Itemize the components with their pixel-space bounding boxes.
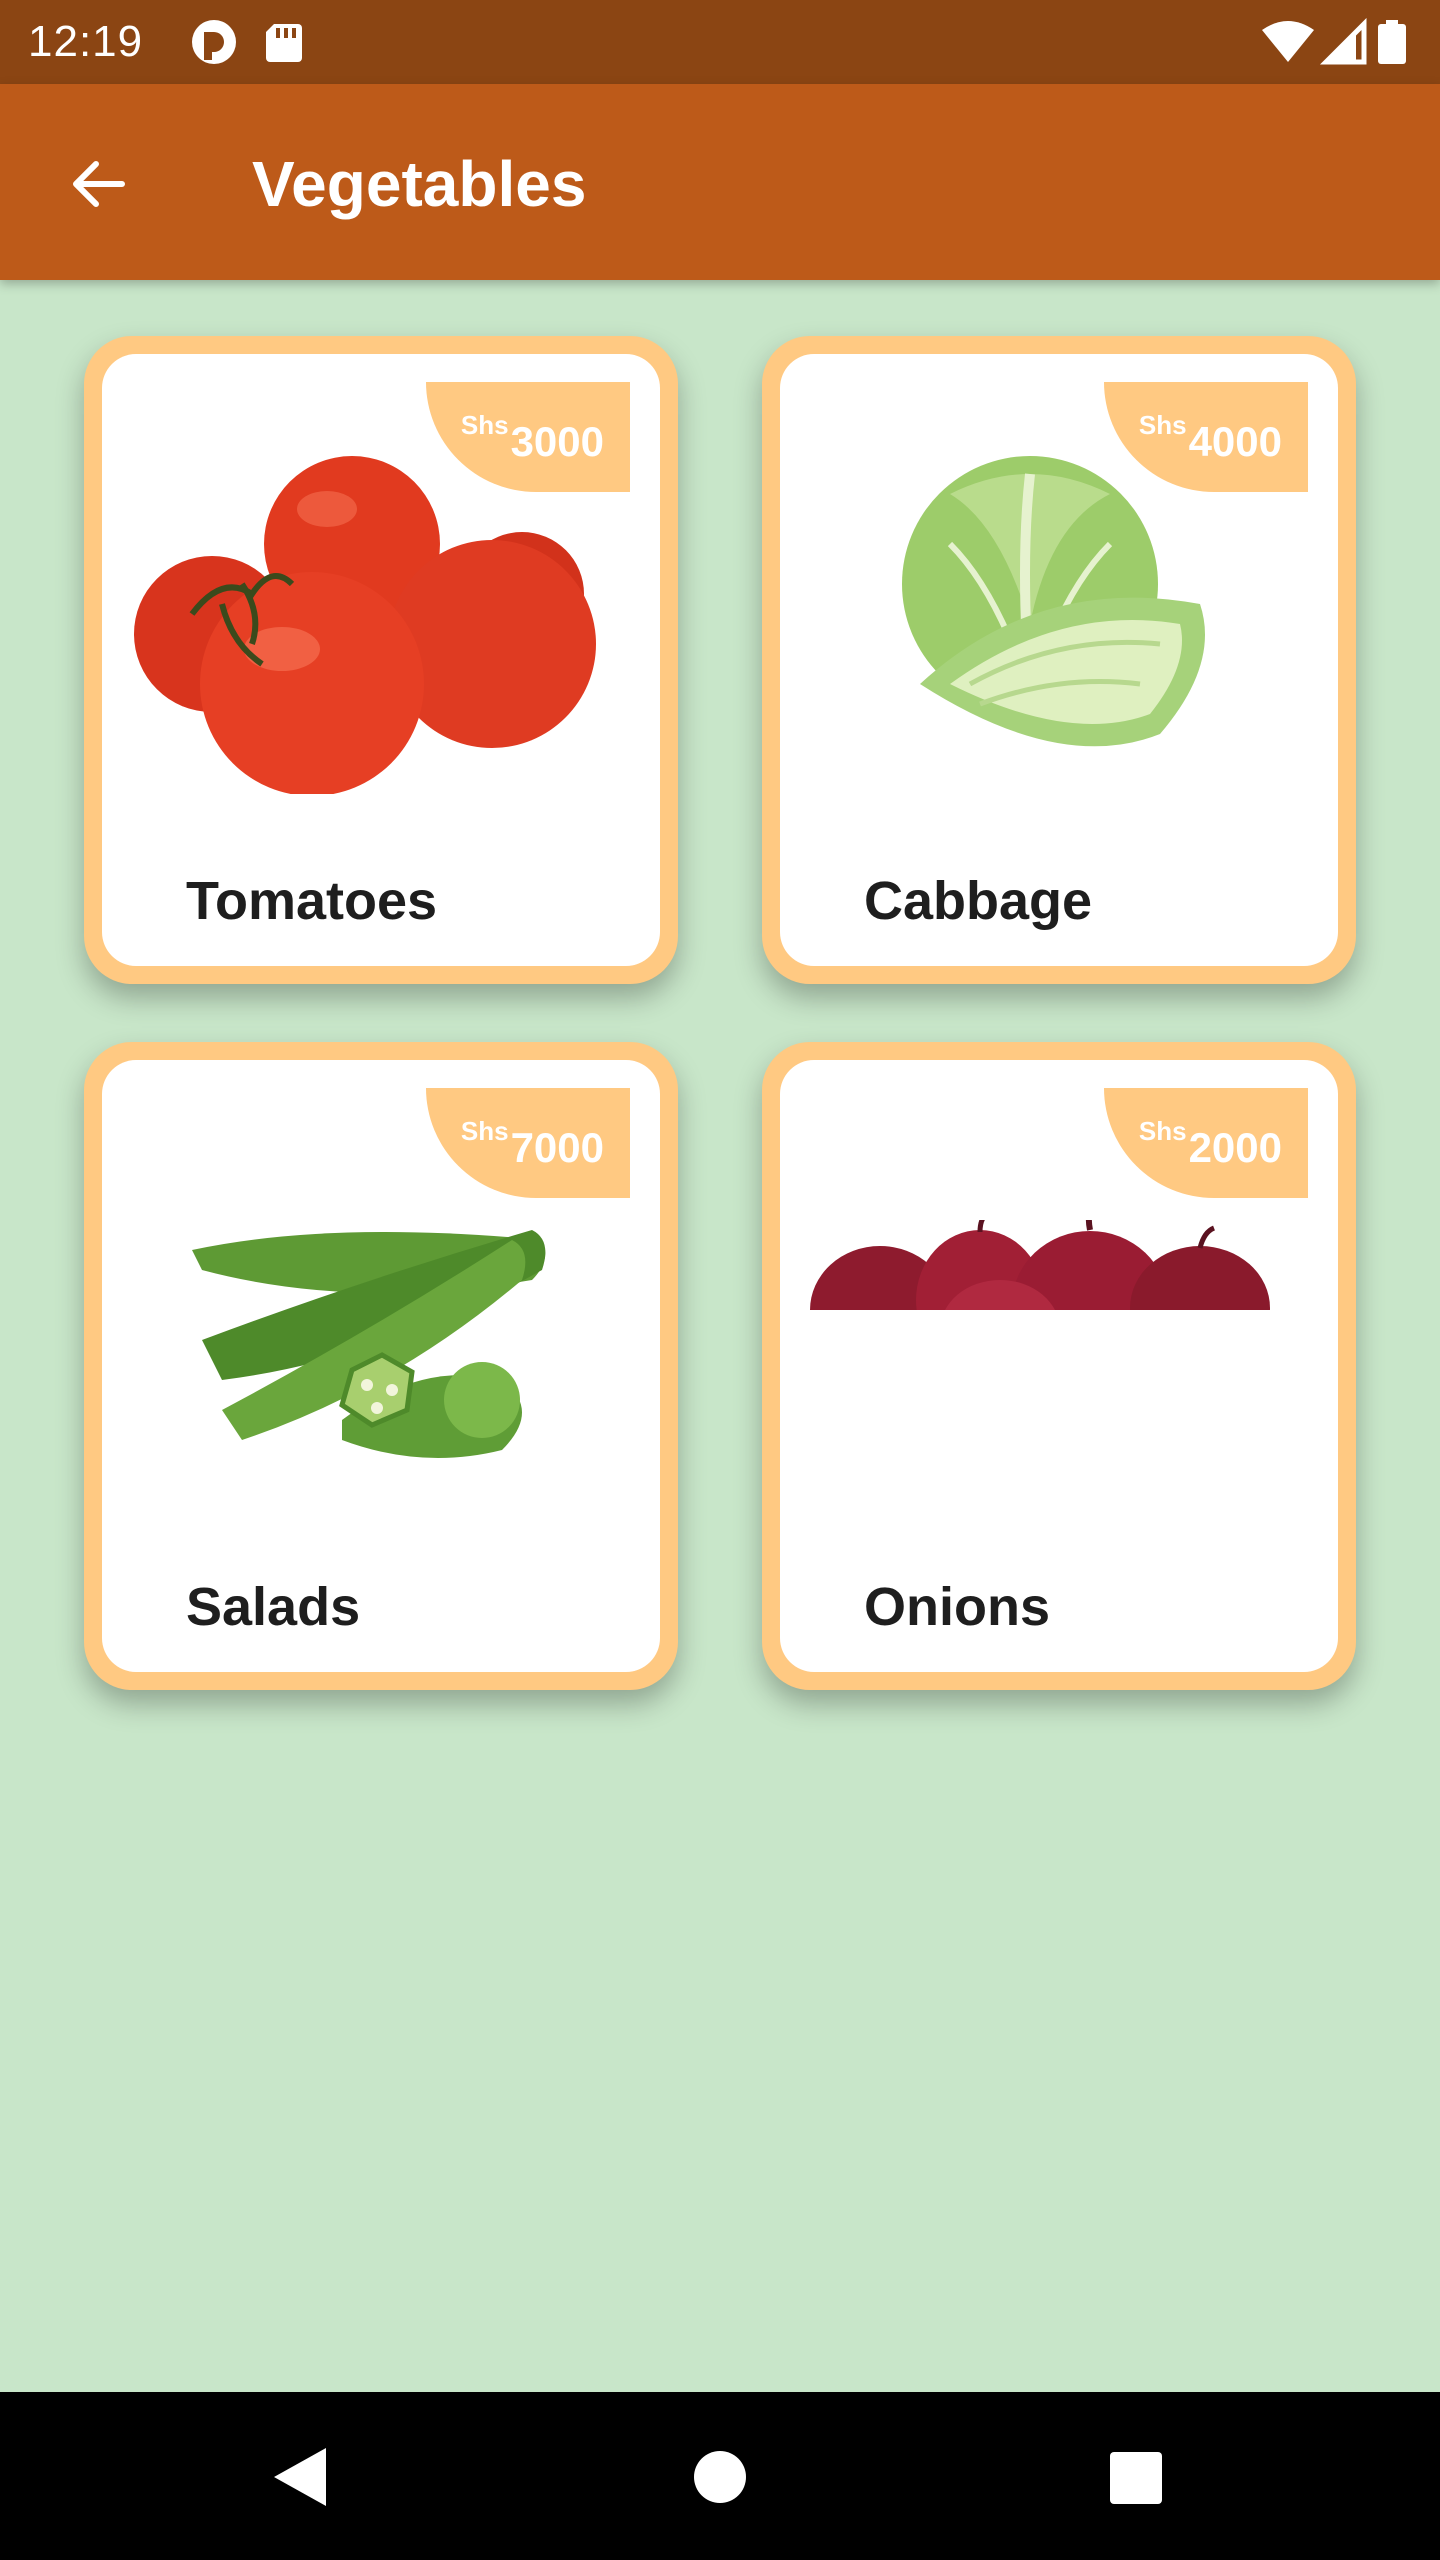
recents-square-icon[interactable] [1100,2442,1170,2512]
product-card-tomatoes[interactable]: Shs 3000 Tomatoes [84,336,678,984]
wifi-icon [1262,21,1314,62]
card-surface: Shs 7000 Salads [102,1060,660,1672]
arrow-left-icon [73,161,125,207]
battery-icon [1378,20,1406,64]
product-name: Tomatoes [186,871,438,931]
status-left-icons [192,20,302,64]
sd-card-icon [266,24,302,62]
product-name: Cabbage [864,871,1093,931]
status-time: 12:19 [28,17,144,66]
price-amount: 3000 [510,418,604,465]
product-name: Salads [186,1577,361,1637]
price-amount: 7000 [510,1124,604,1171]
home-circle-icon[interactable] [685,2442,755,2512]
price-amount: 2000 [1188,1124,1282,1171]
status-bar: 12:19 [0,0,1440,84]
status-right-icons [1262,18,1406,65]
price-amount: 4000 [1188,418,1282,465]
product-card-cabbage[interactable]: Shs 4000 Cabbage [762,336,1356,984]
card-surface: Shs 2000 Onions [780,1060,1338,1672]
notification-app-icon [192,20,236,64]
card-surface: Shs 4000 Cabbage [780,354,1338,966]
card-surface: Shs 3000 Tomatoes [102,354,660,966]
price-currency: Shs [460,410,509,440]
product-name: Onions [864,1577,1050,1637]
product-card-salads[interactable]: Shs 7000 Salads [84,1042,678,1690]
page-title: Vegetables [252,148,587,220]
product-card-onions[interactable]: Shs 2000 Onions [762,1042,1356,1690]
price-currency: Shs [1138,410,1187,440]
price-currency: Shs [1138,1116,1187,1146]
back-triangle-icon[interactable] [266,2442,336,2512]
system-nav-bar [0,2392,1440,2560]
back-button[interactable] [56,142,140,226]
app-bar: Vegetables [0,84,1440,280]
price-currency: Shs [460,1116,509,1146]
